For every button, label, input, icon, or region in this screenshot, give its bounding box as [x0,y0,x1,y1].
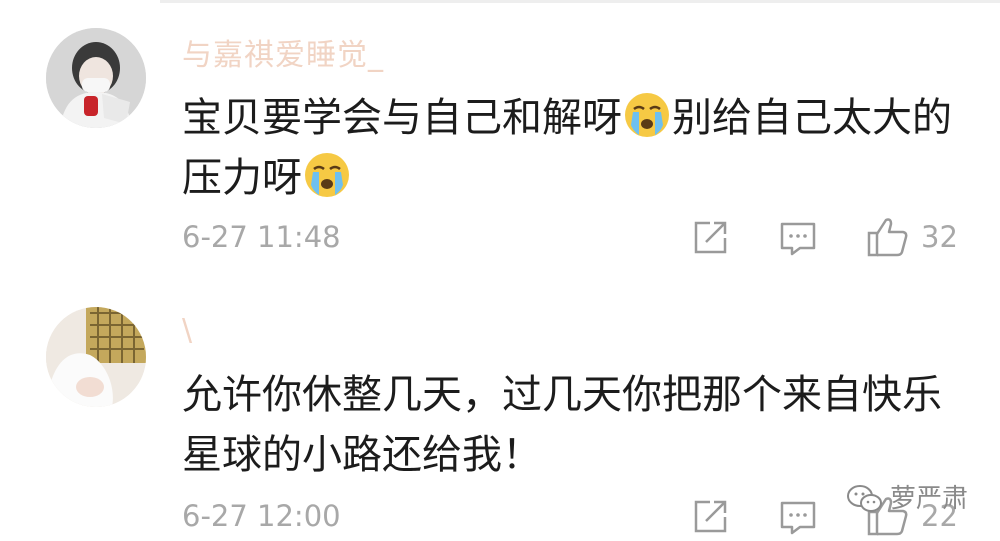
avatar[interactable] [46,28,146,128]
comment-meta: 6-27 11:48 32 [0,212,1000,262]
share-icon[interactable] [690,218,730,258]
comment-item: 与嘉祺爱睡觉_ 宝贝要学会与自己和解呀 别给自己太大的压力呀 6-27 11:4… [0,0,1000,270]
comment-text: 允许你休整几天，过几天你把那个来自快乐星球的小路还给我！ [182,372,942,478]
timestamp: 6-27 12:00 [182,499,341,533]
comment-icon[interactable] [778,497,818,537]
username[interactable]: 与嘉祺爱睡觉_ [182,30,384,74]
watermark-text: 萝严肃 [890,484,969,514]
crying-face-icon [625,93,669,137]
timestamp: 6-27 11:48 [182,220,341,254]
watermark: 萝严肃 [840,476,990,516]
like-count: 32 [921,220,958,254]
thumbs-up-icon[interactable] [866,216,910,258]
username[interactable]: \ [182,313,193,348]
comment-text-part: 宝贝要学会与自己和解呀 [182,95,622,141]
crying-face-icon [305,153,349,197]
wechat-icon [847,485,882,512]
avatar[interactable] [46,307,146,407]
comment-icon[interactable] [778,218,818,258]
comment-text: 宝贝要学会与自己和解呀 别给自己太大的压力呀 [182,88,972,208]
share-icon[interactable] [690,497,730,537]
